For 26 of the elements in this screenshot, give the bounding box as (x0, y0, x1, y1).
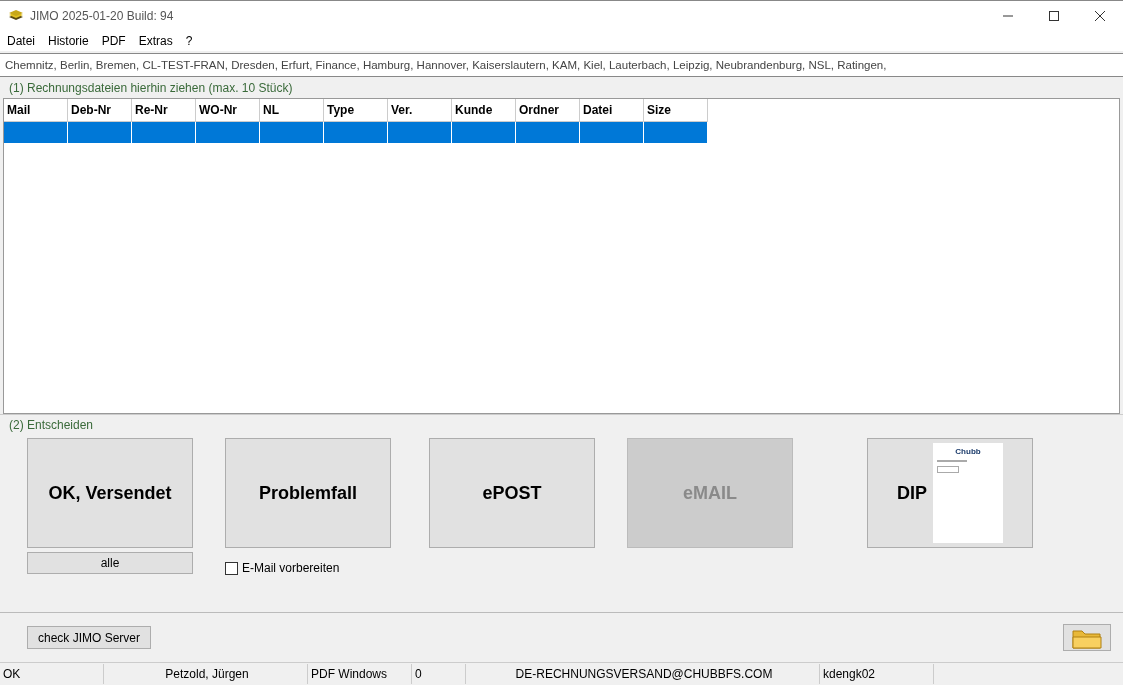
action-button[interactable]: ePOST (429, 438, 595, 548)
status-text: 0 (415, 667, 422, 681)
status-text: Petzold, Jürgen (165, 667, 249, 681)
menu-item[interactable]: Extras (138, 33, 173, 48)
file-table[interactable]: Mail Deb-Nr Re-Nr WO-Nr NL Type Ver. Kunde Ordner Datei Size (3, 98, 1120, 414)
window-title: JIMO 2025-01-20 Build: 94 (30, 8, 174, 23)
action-button[interactable]: Problemfall (225, 438, 391, 548)
branch-list-field[interactable]: Chemnitz, Berlin, Bremen, CL-TEST-FRAN, Dresden, Erfurt, Finance, Hamburg, Hannover, Kaiserslautern, KAM, Kiel, Lauterbach, Leipzig, Neubrandenburg, NSL, Ratingen, (0, 53, 1123, 77)
menu-item[interactable]: Historie (48, 33, 89, 48)
menu-item[interactable]: ? (185, 33, 193, 48)
table-row[interactable] (4, 122, 708, 143)
folder-button[interactable] (1063, 624, 1111, 651)
menu-item[interactable]: Datei (7, 33, 35, 48)
status-text: OK (3, 667, 21, 681)
action-button[interactable]: OK, Versendet (27, 438, 193, 548)
action-button[interactable]: DIP Chubb (867, 438, 1033, 548)
group-label: (1) Rechnungsdateien hierhin ziehen (max. 10 Stück) (9, 81, 294, 96)
menu-item[interactable]: PDF (101, 33, 126, 48)
all-button[interactable]: alle (27, 552, 193, 574)
email-prepare-checkbox[interactable]: E-Mail vorbereiten (225, 561, 391, 575)
check-server-button[interactable]: check JIMO Server (27, 626, 152, 649)
document-preview: Chubb (933, 443, 1003, 543)
status-text: DE-RECHNUNGSVERSAND@CHUBBFS.COM (515, 667, 773, 681)
status-text: PDF Windows (311, 667, 387, 681)
status-text: kdengk02 (823, 667, 876, 681)
group-label: (2) Entscheiden (9, 418, 95, 432)
